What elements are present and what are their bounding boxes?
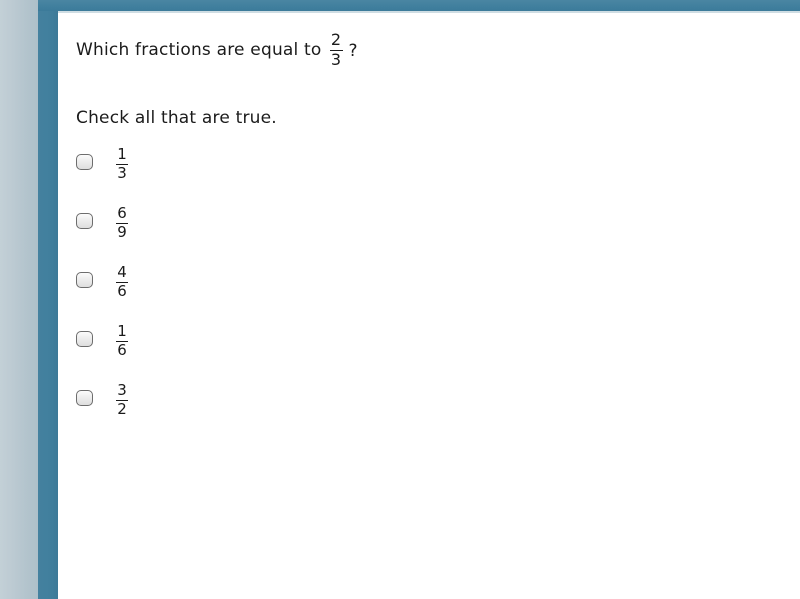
option-fraction-numerator: 4 — [117, 263, 127, 281]
checkbox-icon[interactable] — [76, 390, 93, 406]
option-fraction: 1 6 — [116, 322, 128, 360]
content-panel: Which fractions are equal to 2 3 ? Check… — [58, 13, 800, 599]
option-fraction-denominator: 9 — [117, 223, 127, 242]
question-mark: ? — [348, 40, 358, 61]
screen-root: Which fractions are equal to 2 3 ? Check… — [0, 0, 800, 599]
checkbox-icon[interactable] — [76, 154, 93, 170]
checkbox-icon[interactable] — [76, 272, 93, 288]
option-fraction-denominator: 6 — [117, 341, 127, 360]
option-fraction: 6 9 — [116, 204, 128, 242]
option-row[interactable]: 1 6 — [76, 322, 476, 383]
question-fraction-denominator: 3 — [330, 50, 342, 70]
option-row[interactable]: 3 2 — [76, 381, 476, 442]
checkbox-icon[interactable] — [76, 331, 93, 347]
option-fraction-numerator: 6 — [117, 204, 127, 222]
instruction-text: Check all that are true. — [76, 108, 277, 128]
options-list: 1 3 6 9 4 6 1 6 3 2 — [76, 145, 476, 442]
option-fraction-numerator: 1 — [117, 145, 127, 163]
option-fraction: 4 6 — [116, 263, 128, 301]
teal-top-accent-bar — [38, 0, 800, 11]
option-fraction-numerator: 1 — [117, 322, 127, 340]
checkbox-icon[interactable] — [76, 213, 93, 229]
option-fraction: 3 2 — [116, 381, 128, 419]
option-row[interactable]: 1 3 — [76, 145, 476, 206]
left-gradient-strip — [0, 0, 38, 599]
option-fraction-numerator: 3 — [117, 381, 127, 399]
teal-left-accent-bar — [38, 0, 58, 599]
option-row[interactable]: 4 6 — [76, 263, 476, 324]
question-prompt-text: Which fractions are equal to — [76, 40, 322, 61]
question-line: Which fractions are equal to 2 3 ? — [76, 30, 358, 70]
question-fraction-numerator: 2 — [330, 30, 342, 49]
option-fraction-denominator: 2 — [117, 400, 127, 419]
option-fraction: 1 3 — [116, 145, 128, 183]
option-fraction-denominator: 6 — [117, 282, 127, 301]
option-row[interactable]: 6 9 — [76, 204, 476, 265]
option-fraction-denominator: 3 — [117, 164, 127, 183]
question-fraction: 2 3 — [329, 30, 343, 70]
